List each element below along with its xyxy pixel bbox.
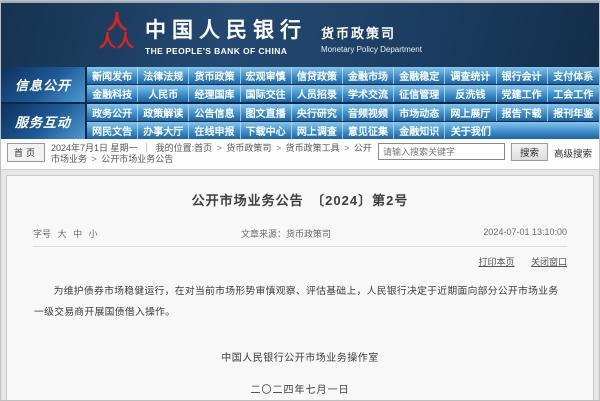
nav-item[interactable]: 信贷政策 xyxy=(292,67,343,84)
nav-item[interactable]: 政策解读 xyxy=(138,104,189,121)
nav-item[interactable]: 央行研究 xyxy=(292,104,343,121)
department-name-cn: 货币政策司 xyxy=(321,23,422,42)
nav-item[interactable]: 政务公开 xyxy=(87,104,138,121)
nav-item[interactable]: 征信管理 xyxy=(394,85,445,102)
breadcrumb-link[interactable]: 公开市场业务公告 xyxy=(101,154,173,164)
nav-item[interactable]: 网上调查 xyxy=(292,122,343,139)
home-button[interactable]: 首页 xyxy=(7,143,45,162)
article-signature: 中国人民银行公开市场业务操作室 xyxy=(7,349,593,364)
breadcrumb-divider: ｜ xyxy=(140,143,154,153)
font-size-small[interactable]: 小 xyxy=(89,229,98,239)
breadcrumb-separator: > xyxy=(214,143,224,153)
nav-item[interactable]: 报刊年鉴 xyxy=(548,104,599,121)
nav-section-label[interactable]: 服务互动 xyxy=(1,104,85,139)
nav-item[interactable]: 意见征集 xyxy=(343,122,394,139)
nav-item[interactable]: 公告信息 xyxy=(189,104,240,121)
font-size-large[interactable]: 大 xyxy=(58,229,67,239)
nav-item[interactable]: 市场动态 xyxy=(394,104,445,121)
nav-section-0: 信息公开新闻发布法律法规货币政策宏观审慎信贷政策金融市场金融稳定调查统计银行会计… xyxy=(1,67,599,102)
nav-item[interactable]: 金融市场 xyxy=(343,67,394,84)
main-nav: 信息公开新闻发布法律法规货币政策宏观审慎信贷政策金融市场金融稳定调查统计银行会计… xyxy=(1,67,599,139)
article-date-cn: 二〇二四年七月一日 xyxy=(7,381,593,396)
nav-item[interactable]: 银行会计 xyxy=(497,67,548,84)
nav-item[interactable]: 反洗钱 xyxy=(445,85,496,102)
print-page-link[interactable]: 打印本页 xyxy=(478,257,514,267)
nav-item[interactable]: 国际交往 xyxy=(241,85,292,102)
bank-name-block: 中国人民银行 THE PEOPLE'S BANK OF CHINA xyxy=(145,14,307,56)
nav-row: 金融科技人民币经理国库国际交往人员招录学术交流征信管理反洗钱党建工作工会工作 xyxy=(87,85,599,102)
nav-item[interactable]: 党建工作 xyxy=(497,85,548,102)
breadcrumb-bar: 首页 2024年7月1日 星期一 ｜ 我的位置:首页 > 货币政策司 > 货币政… xyxy=(1,139,599,170)
close-window-link[interactable]: 关闭窗口 xyxy=(531,257,567,267)
bank-name-cn: 中国人民银行 xyxy=(145,14,307,44)
font-size-medium[interactable]: 中 xyxy=(73,229,82,239)
nav-row: 政务公开政策解读公告信息图文直播央行研究音频视频市场动态网上展厅报告下载报刊年鉴 xyxy=(87,104,599,121)
font-size-label: 字号 xyxy=(33,229,51,239)
pboc-announcement-page: 人人人 中国人民银行 THE PEOPLE'S BANK OF CHINA 货币… xyxy=(0,0,600,401)
breadcrumb: 2024年7月1日 星期一 ｜ 我的位置:首页 > 货币政策司 > 货币政策工具… xyxy=(51,143,372,165)
nav-item[interactable]: 在线申报 xyxy=(189,122,240,139)
nav-item[interactable]: 宏观审慎 xyxy=(241,67,292,84)
nav-item[interactable]: 办事大厅 xyxy=(138,122,189,139)
nav-item[interactable]: 经理国库 xyxy=(189,85,240,102)
breadcrumb-link[interactable]: 货币政策司 xyxy=(226,143,271,153)
nav-item[interactable]: 货币政策 xyxy=(189,67,240,84)
nav-item[interactable]: 人民币 xyxy=(138,85,189,102)
nav-item[interactable]: 人员招录 xyxy=(292,85,343,102)
nav-rows: 政务公开政策解读公告信息图文直播央行研究音频视频市场动态网上展厅报告下载报刊年鉴… xyxy=(87,104,599,139)
nav-item[interactable]: 工会工作 xyxy=(548,85,599,102)
nav-row: 网民文告办事大厅在线申报下载中心网上调查意见征集金融知识关于我们 xyxy=(87,122,599,139)
nav-item[interactable]: 图文直播 xyxy=(241,104,292,121)
article-datetime: 2024-07-01 13:10:00 xyxy=(483,227,567,237)
nav-item[interactable]: 音频视频 xyxy=(343,104,394,121)
nav-item[interactable]: 新闻发布 xyxy=(87,67,138,84)
search-input[interactable] xyxy=(378,143,505,160)
breadcrumb-separator: > xyxy=(89,154,99,164)
font-size-control: 字号 大 中 小 xyxy=(33,227,98,240)
article-card: 公开市场业务公告 〔2024〕第2号 字号 大 中 小 文章来源：货币政策司 2… xyxy=(6,175,594,401)
article-meta-row: 字号 大 中 小 文章来源：货币政策司 2024-07-01 13:10:00 xyxy=(33,227,567,247)
nav-item[interactable]: 调查统计 xyxy=(445,67,496,84)
nav-item[interactable]: 网上展厅 xyxy=(445,104,496,121)
breadcrumb-date: 2024年7月1日 星期一 xyxy=(51,143,138,153)
nav-item[interactable]: 支付体系 xyxy=(548,67,599,84)
nav-item[interactable]: 学术交流 xyxy=(343,85,394,102)
search-button[interactable]: 搜索 xyxy=(511,143,548,161)
article-source: 文章来源：货币政策司 xyxy=(241,227,331,240)
breadcrumb-separator: > xyxy=(342,143,352,153)
advanced-search-link[interactable]: 高级搜索 xyxy=(554,146,592,160)
nav-item[interactable]: 网民文告 xyxy=(87,122,138,139)
article-paragraph: 为维护债券市场稳健运行，在对当前市场形势审慎观察、评估基础上，人民银行决定于近期… xyxy=(34,282,566,323)
breadcrumb-link[interactable]: 货币政策工具 xyxy=(286,143,340,153)
nav-section-label[interactable]: 信息公开 xyxy=(1,67,85,102)
nav-item[interactable]: 金融科技 xyxy=(87,85,138,102)
nav-item[interactable]: 法律法规 xyxy=(138,67,189,84)
nav-item[interactable]: 金融稳定 xyxy=(394,67,445,84)
department-name-en: Monetary Policy Department xyxy=(321,45,422,54)
nav-item[interactable]: 关于我们 xyxy=(445,122,496,139)
nav-section-1: 服务互动政务公开政策解读公告信息图文直播央行研究音频视频市场动态网上展厅报告下载… xyxy=(1,104,599,139)
breadcrumb-separator: > xyxy=(273,143,283,153)
department-name-block: 货币政策司 Monetary Policy Department xyxy=(321,17,422,54)
nav-item[interactable]: 金融知识 xyxy=(394,122,445,139)
bank-name-en: THE PEOPLE'S BANK OF CHINA xyxy=(145,46,307,56)
site-header: 人人人 中国人民银行 THE PEOPLE'S BANK OF CHINA 货币… xyxy=(1,1,599,67)
article-title: 公开市场业务公告 〔2024〕第2号 xyxy=(7,190,593,209)
article-actions-top: 打印本页 关闭窗口 xyxy=(7,255,593,268)
breadcrumb-location[interactable]: 我的位置:首页 xyxy=(156,143,213,153)
nav-row: 新闻发布法律法规货币政策宏观审慎信贷政策金融市场金融稳定调查统计银行会计支付体系 xyxy=(87,67,599,84)
nav-item[interactable]: 下载中心 xyxy=(241,122,292,139)
nav-item[interactable]: 报告下载 xyxy=(497,104,548,121)
nav-rows: 新闻发布法律法规货币政策宏观审慎信贷政策金融市场金融稳定调查统计银行会计支付体系… xyxy=(87,67,599,102)
pboc-logo-icon: 人人人 xyxy=(99,13,135,57)
